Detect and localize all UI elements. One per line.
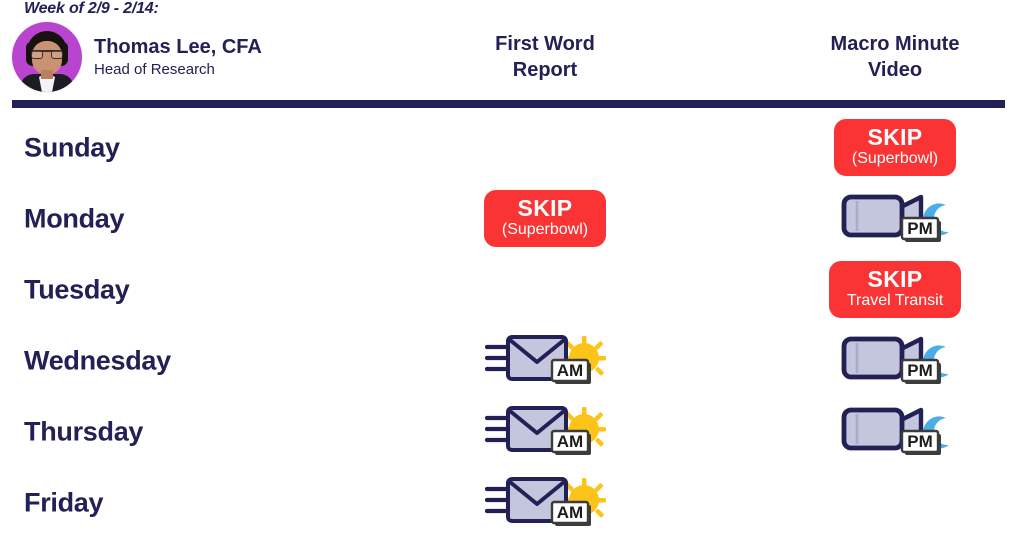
skip-badge-title: SKIP	[517, 195, 573, 222]
day-label: Tuesday	[24, 274, 130, 304]
skip-badge[interactable]: SKIP Travel Transit	[828, 261, 962, 318]
schedule-row: Wednesday AM PM	[0, 325, 1024, 396]
header-row: Thomas Lee, CFA Head of Research First W…	[0, 22, 1024, 98]
analyst-name: Thomas Lee, CFA	[94, 35, 262, 58]
schedule-row: Sunday SKIP (Superbowl)	[0, 112, 1024, 183]
video-camera-moon-icon: PM	[833, 402, 957, 462]
day-label: Sunday	[24, 132, 120, 162]
column-header-line2: Video	[867, 58, 923, 81]
column-header-line1: Macro Minute	[830, 33, 960, 55]
skip-badge-reason: (Superbowl)	[851, 150, 939, 168]
avatar	[12, 22, 82, 92]
skip-badge-title: SKIP	[867, 124, 923, 151]
header-divider	[12, 100, 1005, 108]
email-envelope-sun-icon: AM	[483, 473, 607, 533]
video-camera-moon-icon: PM	[833, 331, 957, 391]
cell-first-word-report: SKIP (Superbowl)	[420, 183, 670, 254]
svg-text:PM: PM	[907, 361, 933, 380]
day-label: Wednesday	[24, 345, 171, 375]
cell-first-word-report: AM	[420, 467, 670, 538]
svg-text:PM: PM	[907, 432, 933, 451]
schedule-row: Monday SKIP (Superbowl) PM	[0, 183, 1024, 254]
analyst-text: Thomas Lee, CFA Head of Research	[94, 36, 262, 79]
video-camera-moon-icon: PM	[833, 189, 957, 249]
column-header-line1: First Word	[495, 33, 595, 55]
skip-badge-reason: (Superbowl)	[501, 221, 589, 239]
cell-macro-minute-video: PM	[760, 396, 1024, 467]
day-label: Thursday	[24, 416, 144, 446]
cell-first-word-report	[420, 112, 670, 183]
analyst-block: Thomas Lee, CFA Head of Research	[12, 22, 262, 92]
schedule-row: Friday AM	[0, 467, 1024, 538]
skip-badge-title: SKIP	[867, 266, 923, 293]
day-label: Friday	[24, 487, 104, 517]
schedule-row: Tuesday SKIP Travel Transit	[0, 254, 1024, 325]
svg-text:PM: PM	[907, 219, 933, 238]
week-label: Week of 2/9 - 2/14:	[24, 0, 159, 17]
svg-text:AM: AM	[557, 503, 583, 522]
schedule-rows: Sunday SKIP (Superbowl) Monday SKIP (Sup…	[0, 112, 1024, 538]
cell-first-word-report: AM	[420, 396, 670, 467]
cell-first-word-report: AM	[420, 325, 670, 396]
skip-badge[interactable]: SKIP (Superbowl)	[833, 119, 957, 176]
email-envelope-sun-icon: AM	[483, 402, 607, 462]
cell-macro-minute-video: PM	[760, 183, 1024, 254]
column-header-first-word-report: First Word Report	[420, 32, 670, 83]
column-header-line2: Report	[512, 58, 578, 81]
cell-macro-minute-video: SKIP Travel Transit	[760, 254, 1024, 325]
svg-text:AM: AM	[557, 361, 583, 380]
skip-badge[interactable]: SKIP (Superbowl)	[483, 190, 607, 247]
cell-macro-minute-video	[760, 467, 1024, 538]
skip-badge-reason: Travel Transit	[846, 292, 944, 310]
column-header-macro-minute-video: Macro Minute Video	[760, 32, 1024, 83]
email-envelope-sun-icon: AM	[483, 331, 607, 391]
cell-macro-minute-video: PM	[760, 325, 1024, 396]
day-label: Monday	[24, 203, 125, 233]
cell-macro-minute-video: SKIP (Superbowl)	[760, 112, 1024, 183]
schedule-row: Thursday AM PM	[0, 396, 1024, 467]
svg-text:AM: AM	[557, 432, 583, 451]
cell-first-word-report	[420, 254, 670, 325]
analyst-role: Head of Research	[94, 60, 215, 78]
